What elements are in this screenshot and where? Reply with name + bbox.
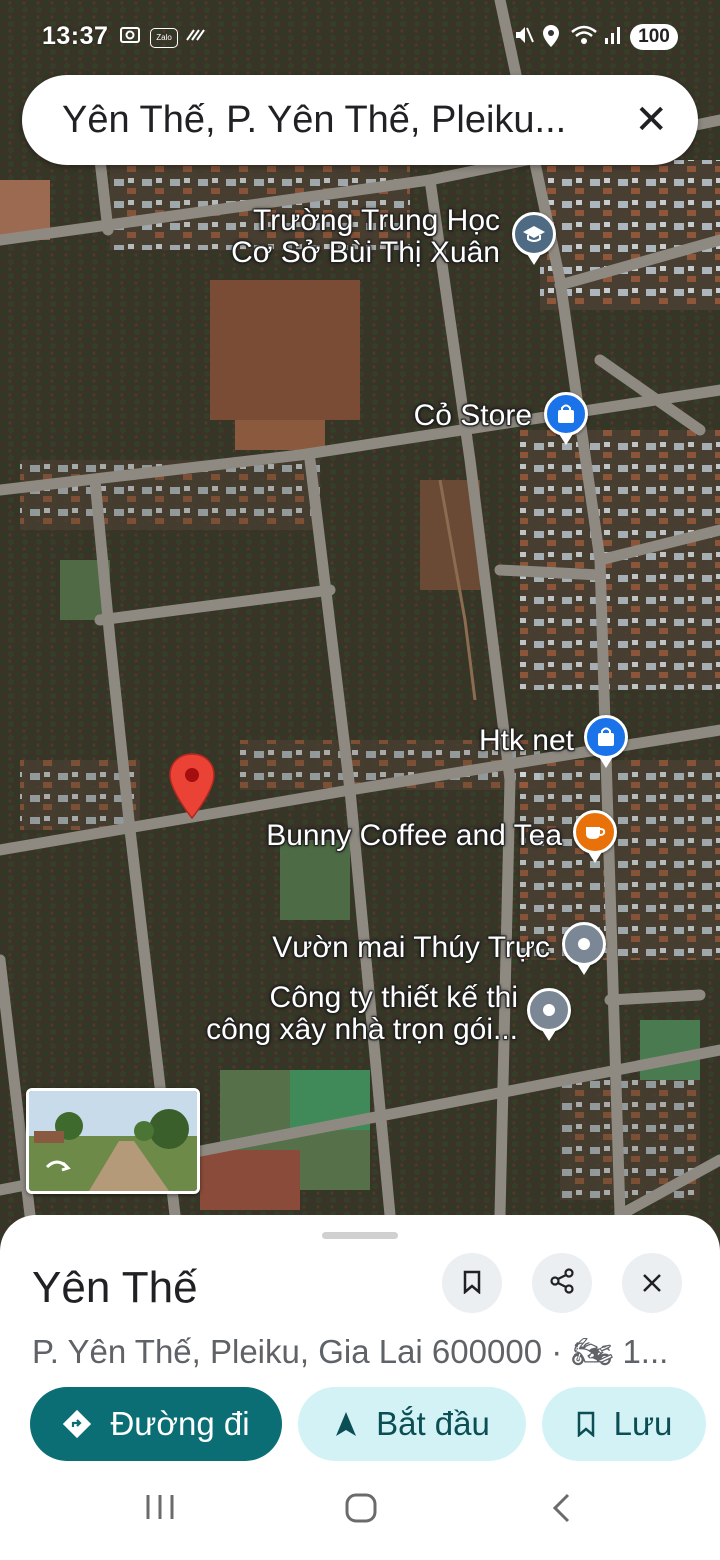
place-icon[interactable]: [562, 922, 606, 975]
poi-label-htk-net[interactable]: Htk net: [479, 725, 574, 757]
bookmark-icon: [462, 1265, 482, 1302]
street-view-thumbnail[interactable]: [26, 1088, 200, 1194]
street-view-rotate-icon: [43, 1155, 71, 1180]
close-icon: [641, 1265, 663, 1302]
poi-label-bunny-coffee[interactable]: Bunny Coffee and Tea: [266, 820, 562, 852]
close-button[interactable]: [622, 1253, 682, 1313]
selected-location-pin-icon[interactable]: [167, 752, 217, 825]
place-address: P. Yên Thế, Pleiku, Gia Lai 600000 · 🏍 1…: [32, 1333, 669, 1370]
place-icon[interactable]: [527, 988, 571, 1041]
system-navigation-bar: [0, 1470, 720, 1560]
poi-label-cong-ty[interactable]: Công ty thiết kế thi công xây nhà trọn g…: [206, 982, 518, 1046]
save-button[interactable]: Lưu: [542, 1387, 706, 1461]
bookmark-button[interactable]: [442, 1253, 502, 1313]
zalo-icon: Zalo: [150, 28, 178, 48]
status-time: 13:37: [42, 22, 109, 50]
recent-apps-icon[interactable]: [144, 1492, 176, 1527]
share-button[interactable]: [532, 1253, 592, 1313]
start-button[interactable]: Bắt đầu: [298, 1387, 526, 1461]
poi-label-vuon-mai[interactable]: Vườn mai Thúy Trực: [272, 932, 550, 964]
navigation-arrow-icon: [334, 1410, 358, 1438]
mute-icon: [512, 24, 534, 52]
poi-label-co-store[interactable]: Cỏ Store: [414, 400, 532, 432]
share-icon: [549, 1265, 575, 1302]
bookmark-icon: [576, 1411, 596, 1437]
clear-search-icon[interactable]: ✕: [634, 95, 668, 145]
gesture-icon: [184, 24, 206, 50]
directions-button[interactable]: Đường đi: [30, 1387, 282, 1461]
poi-label-school[interactable]: Trường Trung Học Cơ Sở Bùi Thị Xuân: [231, 205, 500, 269]
directions-icon: [62, 1409, 92, 1439]
battery-indicator: 100: [630, 24, 678, 50]
screenshot-icon: [118, 24, 142, 52]
coffee-icon[interactable]: [573, 810, 617, 863]
shopping-bag-icon[interactable]: [544, 392, 588, 445]
search-query[interactable]: Yên Thế, P. Yên Thế, Pleiku...: [62, 99, 566, 142]
sheet-drag-handle[interactable]: [322, 1232, 398, 1239]
shopping-bag-icon[interactable]: [584, 715, 628, 768]
status-bar: 13:37 Zalo 100: [0, 0, 720, 72]
search-bar[interactable]: Yên Thế, P. Yên Thế, Pleiku... ✕: [22, 75, 698, 165]
wifi-icon: [570, 24, 598, 52]
school-icon[interactable]: [512, 212, 556, 265]
signal-icon: [603, 24, 623, 52]
back-icon[interactable]: [550, 1492, 574, 1529]
home-icon[interactable]: [344, 1492, 378, 1529]
location-icon: [541, 24, 561, 54]
place-title: Yên Thế: [32, 1263, 198, 1312]
